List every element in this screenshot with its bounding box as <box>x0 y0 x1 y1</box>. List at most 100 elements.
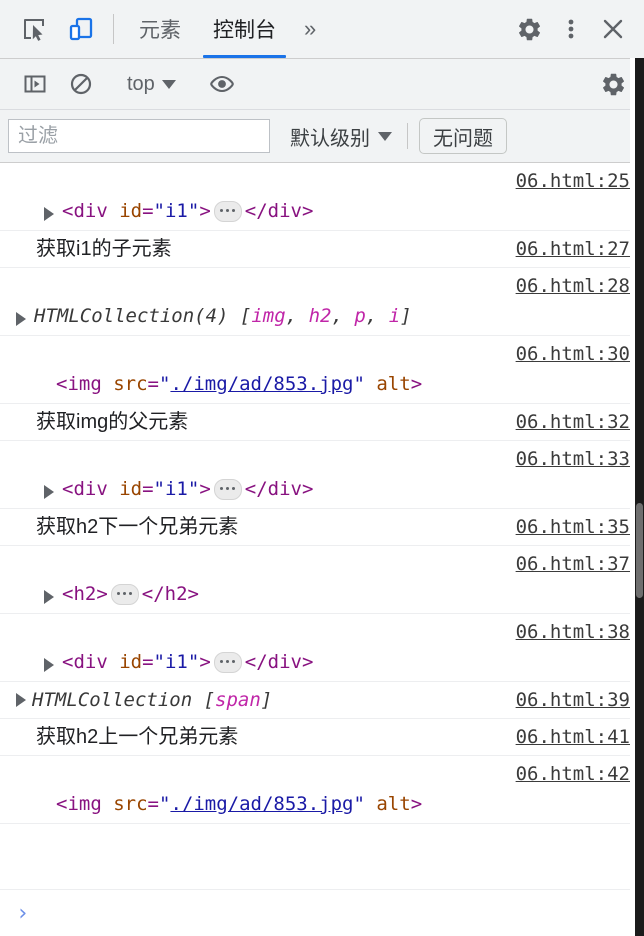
token-tag: </div> <box>244 478 314 500</box>
console-message[interactable]: 获取h2下一个兄弟元素 06.html:35 <box>0 509 644 546</box>
console-message[interactable]: 06.html:42 <img src="./img/ad/853.jpg" al… <box>0 756 644 824</box>
source-link[interactable]: 06.html:30 <box>516 339 630 369</box>
expand-arrow-icon[interactable] <box>44 485 54 499</box>
close-icon[interactable] <box>592 16 634 42</box>
token-tag: <div <box>62 200 120 222</box>
token-attr: id <box>119 478 143 500</box>
token-obj: HTMLCollection(4) [ <box>34 305 252 327</box>
more-tabs-button[interactable]: » <box>292 0 328 58</box>
token-tag: </h2> <box>141 583 199 605</box>
token-attr: id <box>119 200 143 222</box>
console-message[interactable]: 06.html:37 <h2> </h2> <box>0 546 644 614</box>
message-body-line: <div id="i1"> </div> <box>0 474 644 508</box>
expand-arrow-icon[interactable] <box>16 693 26 707</box>
message-content: <img src="./img/ad/853.jpg" alt> <box>56 369 630 399</box>
expand-ellipsis-badge[interactable] <box>213 201 242 222</box>
tab-console[interactable]: 控制台 <box>197 0 292 58</box>
console-message-list[interactable]: 06.html:25 <div id="i1"> </div> 获取i1的子元素 06.… <box>0 163 644 889</box>
message-left: HTMLCollection [span] <box>16 685 272 715</box>
chevron-down-icon <box>378 131 392 141</box>
source-link[interactable]: 06.html:41 <box>516 722 630 752</box>
token-tag: = <box>142 651 154 673</box>
more-tabs-label: » <box>304 16 317 41</box>
token-tag: <div <box>62 478 120 500</box>
source-link[interactable]: 06.html:27 <box>516 234 630 264</box>
live-expression-eye-icon[interactable] <box>199 72 245 96</box>
token-obj: , <box>365 305 389 327</box>
console-sidebar-icon[interactable] <box>12 72 58 96</box>
message-content: 获取i1的子元素 <box>36 238 172 260</box>
gear-icon[interactable] <box>508 16 550 43</box>
log-level-selector[interactable]: 默认级别 <box>286 122 396 151</box>
message-body-line: <div id="i1"> </div> <box>0 196 644 230</box>
expand-ellipsis-badge[interactable] <box>213 652 242 673</box>
expand-arrow-icon[interactable] <box>44 590 54 604</box>
chevron-down-icon <box>161 79 176 89</box>
token-obj: , <box>331 305 355 327</box>
devtools-window: 元素 控制台 » top 过滤 默认级别 无问题 06.html:25 <div… <box>0 0 644 936</box>
console-message[interactable]: 06.html:38 <div id="i1"> </div> <box>0 614 644 682</box>
tabbar-spacer <box>328 0 489 58</box>
expand-ellipsis-badge[interactable] <box>110 584 139 605</box>
execution-context-selector[interactable]: top <box>121 73 182 96</box>
message-source-line: 06.html:37 <box>0 546 644 579</box>
inspect-element-icon[interactable] <box>12 0 58 58</box>
token-obj: HTMLCollection [ <box>32 689 216 711</box>
console-message[interactable]: 06.html:28 HTMLCollection(4) [img, h2, p,… <box>0 268 644 336</box>
issues-button[interactable]: 无问题 <box>419 118 507 154</box>
console-control-toolbar: top <box>0 59 644 110</box>
console-prompt[interactable]: › <box>0 889 644 936</box>
kebab-menu-icon[interactable] <box>550 16 592 42</box>
source-link[interactable]: 06.html:39 <box>516 685 630 715</box>
message-row: 获取h2上一个兄弟元素 06.html:41 <box>0 719 644 755</box>
expand-arrow-icon[interactable] <box>44 658 54 672</box>
scrollbar-thumb[interactable] <box>636 503 643 598</box>
token-tag: <img <box>56 793 114 815</box>
token-tag: = <box>147 373 159 395</box>
expand-arrow-icon[interactable] <box>16 312 26 326</box>
message-row: HTMLCollection [span] 06.html:39 <box>0 682 644 718</box>
expand-arrow-icon[interactable] <box>44 207 54 221</box>
execution-context-label: top <box>127 72 155 95</box>
token-tag: </div> <box>244 200 314 222</box>
message-body-line: HTMLCollection(4) [img, h2, p, i] <box>0 301 644 335</box>
clear-console-icon[interactable] <box>58 72 104 96</box>
message-content: <img src="./img/ad/853.jpg" alt> <box>56 789 630 819</box>
console-message[interactable]: 获取i1的子元素 06.html:27 <box>0 231 644 268</box>
issues-label: 无问题 <box>433 127 493 150</box>
source-link[interactable]: 06.html:42 <box>516 759 630 789</box>
token-tag: <div <box>62 651 120 673</box>
source-link[interactable]: 06.html:37 <box>516 549 630 579</box>
console-message[interactable]: 06.html:33 <div id="i1"> </div> <box>0 441 644 509</box>
source-link[interactable]: 06.html:25 <box>516 166 630 196</box>
console-message[interactable]: 获取h2上一个兄弟元素 06.html:41 <box>0 719 644 756</box>
source-link[interactable]: 06.html:38 <box>516 617 630 647</box>
message-source-line: 06.html:30 <box>0 336 644 369</box>
tab-elements[interactable]: 元素 <box>123 0 197 58</box>
source-link[interactable]: 06.html:33 <box>516 444 630 474</box>
devtools-tabbar: 元素 控制台 » <box>0 0 644 59</box>
token-tag: = <box>147 793 159 815</box>
token-attr: src <box>113 793 148 815</box>
source-link[interactable]: 06.html:28 <box>516 271 630 301</box>
expand-ellipsis-badge[interactable] <box>213 479 242 500</box>
filter-input[interactable] <box>8 119 270 153</box>
token-link[interactable]: ./img/ad/853.jpg <box>170 373 353 395</box>
console-message[interactable]: 06.html:25 <div id="i1"> </div> <box>0 163 644 231</box>
source-link[interactable]: 06.html:35 <box>516 512 630 542</box>
console-scrollbar[interactable] <box>635 58 644 936</box>
token-val: "i1" <box>153 478 200 500</box>
message-source-line: 06.html:38 <box>0 614 644 647</box>
token-tag: </div> <box>244 651 314 673</box>
token-el: i <box>388 305 401 327</box>
token-attr: src <box>113 373 148 395</box>
message-row: 获取i1的子元素 06.html:27 <box>0 231 644 267</box>
console-message[interactable]: 获取img的父元素 06.html:32 <box>0 404 644 441</box>
message-left: 获取h2上一个兄弟元素 <box>16 722 238 752</box>
device-toolbar-icon[interactable] <box>58 0 104 58</box>
console-message[interactable]: HTMLCollection [span] 06.html:39 <box>0 682 644 719</box>
source-link[interactable]: 06.html:32 <box>516 407 630 437</box>
message-source-line: 06.html:42 <box>0 756 644 789</box>
console-message[interactable]: 06.html:30 <img src="./img/ad/853.jpg" al… <box>0 336 644 404</box>
token-link[interactable]: ./img/ad/853.jpg <box>170 793 353 815</box>
